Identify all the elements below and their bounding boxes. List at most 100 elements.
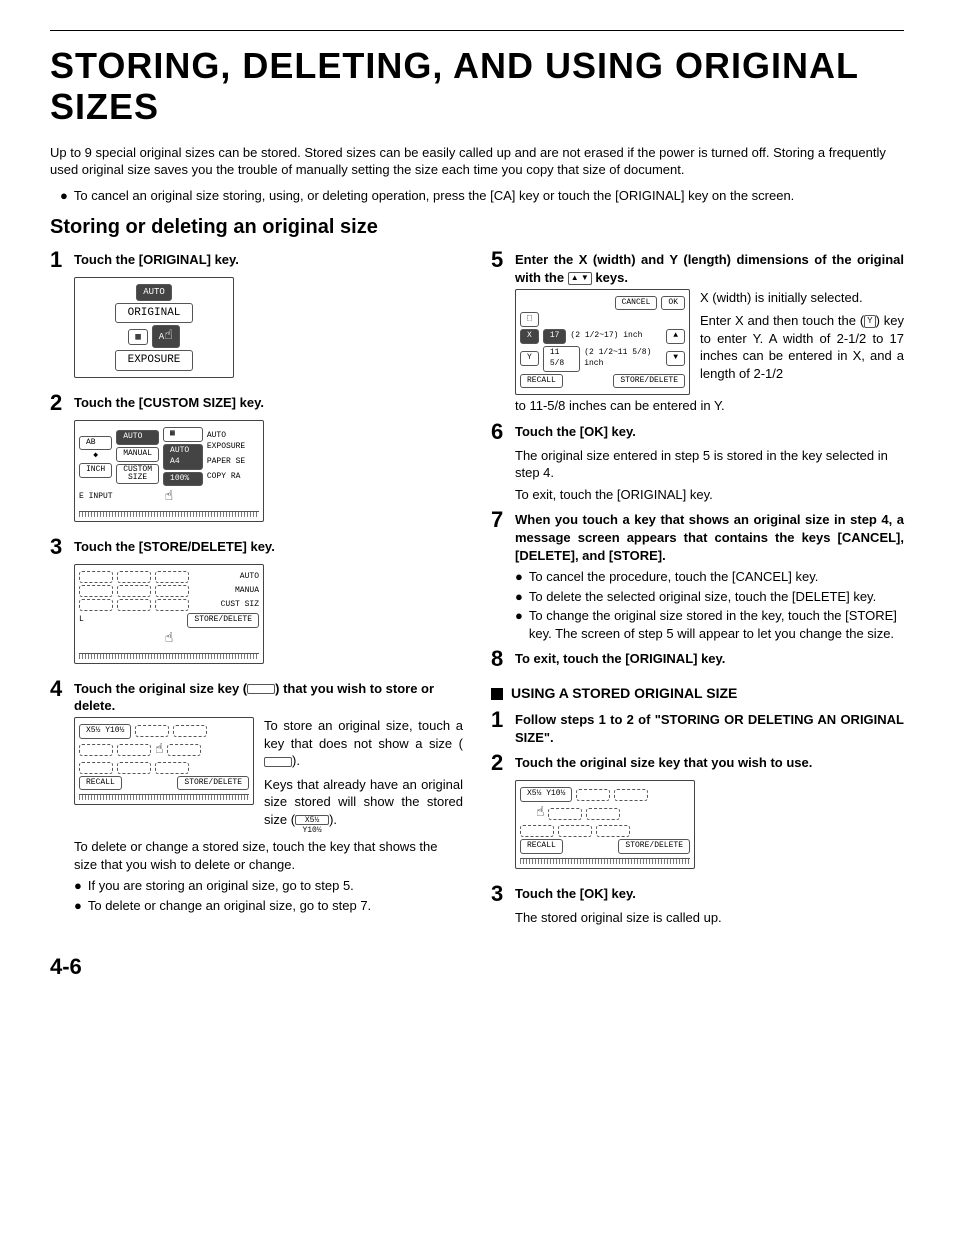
up-down-keys-icon: ▲ ▼ — [568, 272, 592, 285]
step-7-title: When you touch a key that shows an origi… — [515, 509, 904, 564]
empty-key — [548, 808, 582, 820]
step-6: 6 Touch the [OK] key. — [491, 421, 904, 443]
page-number: 4-6 — [50, 952, 904, 982]
empty-key — [79, 599, 113, 611]
paper-label: PAPER SE — [207, 457, 259, 468]
step-number: 1 — [491, 709, 509, 746]
bottom-bar — [79, 511, 259, 517]
step-number: 4 — [50, 678, 68, 715]
empty-key — [117, 585, 151, 597]
screen-using-2: X5½ Y10½ ☝ RECALL STORE/DELETE — [515, 780, 695, 868]
updown-icon: ◆ — [79, 451, 112, 462]
auto-key: AUTO — [116, 430, 159, 445]
auto-label: AUTO — [240, 572, 259, 583]
auto-key: AUTO — [136, 284, 172, 300]
store-delete-key: STORE/DELETE — [187, 613, 259, 628]
step-number: 5 — [491, 249, 509, 286]
bottom-bar — [520, 858, 690, 864]
step-5-p3: to 11-5/8 inches can be entered in Y. — [515, 397, 904, 415]
empty-key — [586, 808, 620, 820]
step-7-b2: To delete the selected original size, to… — [529, 588, 876, 606]
step-1-title: Touch the [ORIGINAL] key. — [74, 249, 239, 271]
empty-key — [117, 744, 151, 756]
step-8-title: To exit, touch the [ORIGINAL] key. — [515, 648, 725, 670]
step-1: 1 Touch the [ORIGINAL] key. — [50, 249, 463, 271]
screen-step-5: CANCELOK ⬚ X17(2 1/2~17) inch▲ Y11 5/8(2… — [515, 289, 690, 396]
u-step-1-title: Follow steps 1 to 2 of "STORING OR DELET… — [515, 709, 904, 746]
using-step-1: 1 Follow steps 1 to 2 of "STORING OR DEL… — [491, 709, 904, 746]
intro-text: Up to 9 special original sizes can be st… — [50, 144, 904, 179]
x-range: (2 1/2~17) inch — [570, 331, 642, 342]
p: ). — [329, 812, 337, 827]
recall-key: RECALL — [520, 839, 563, 854]
bullet-icon: ● — [74, 897, 82, 915]
empty-key — [155, 571, 189, 583]
step-3: 3 Touch the [STORE/DELETE] key. — [50, 536, 463, 558]
bullet-icon: ● — [74, 877, 82, 895]
hand-icon: ☝ — [79, 630, 259, 649]
store-delete-key: STORE/DELETE — [618, 839, 690, 854]
u-step-3-title: Touch the [OK] key. — [515, 883, 636, 905]
blank-key-icon — [264, 757, 292, 767]
cancel-key: CANCEL — [615, 296, 658, 311]
size-key-icon: X5½ Y10½ — [295, 815, 329, 825]
step-2: 2 Touch the [CUSTOM SIZE] key. — [50, 392, 463, 414]
store-delete-key: STORE/DELETE — [177, 776, 249, 791]
right-column: 5 Enter the X (width) and Y (length) dim… — [491, 243, 904, 932]
icon-key: ▦ — [163, 427, 203, 442]
empty-key — [79, 744, 113, 756]
step-number: 2 — [491, 752, 509, 774]
p: To store an original size, touch a key t… — [264, 718, 463, 751]
bullet-icon: ● — [515, 588, 523, 606]
bottom-bar — [79, 794, 249, 800]
hand-icon: ☝ — [165, 488, 173, 507]
subheading-text: USING A STORED ORIGINAL SIZE — [511, 684, 737, 703]
step-number: 8 — [491, 648, 509, 670]
recall-key: RECALL — [79, 776, 122, 791]
step-5-side-text: X (width) is initially selected. Enter X… — [700, 289, 904, 389]
exposure-label: AUTO EXPOSURE — [207, 431, 259, 453]
up-arrow-icon: ▲ — [666, 329, 685, 344]
empty-key — [520, 825, 554, 837]
screen-step-2: AB ◆ INCH AUTO MANUAL CUSTOMSIZE ▦ AUTO … — [74, 420, 264, 522]
size-key: X5½ Y10½ — [520, 787, 572, 802]
empty-key — [155, 599, 189, 611]
l-label: L — [79, 615, 84, 626]
a4-key: AUTO A4 — [163, 444, 203, 470]
step-2-title: Touch the [CUSTOM SIZE] key. — [74, 392, 264, 414]
empty-key — [155, 762, 189, 774]
empty-key — [79, 762, 113, 774]
step-4-b1: If you are storing an original size, go … — [88, 877, 354, 895]
hand-icon: ☝ — [536, 804, 544, 823]
step-number: 3 — [491, 883, 509, 905]
step-number: 1 — [50, 249, 68, 271]
recall-key: RECALL — [520, 374, 563, 389]
inch-key: INCH — [79, 463, 112, 478]
empty-key — [167, 744, 201, 756]
step-number: 2 — [50, 392, 68, 414]
empty-key — [135, 725, 169, 737]
empty-key — [117, 762, 151, 774]
ratio-key: 100% — [163, 472, 203, 487]
empty-key — [79, 571, 113, 583]
empty-key — [117, 599, 151, 611]
empty-key — [155, 585, 189, 597]
intro-bullet: ● To cancel an original size storing, us… — [60, 187, 904, 205]
p: ). — [292, 753, 300, 768]
step-4-title-a: Touch the original size key ( — [74, 681, 247, 696]
ok-key: OK — [661, 296, 685, 311]
intro-bullet-text: To cancel an original size storing, usin… — [74, 187, 794, 205]
diagram-icon: ⬚ — [520, 312, 539, 327]
input-label: E INPUT — [79, 492, 113, 503]
subheading-using: USING A STORED ORIGINAL SIZE — [491, 684, 904, 703]
empty-key — [558, 825, 592, 837]
step-4: 4 Touch the original size key () that yo… — [50, 678, 463, 715]
exposure-key: EXPOSURE — [115, 350, 194, 371]
down-arrow-icon: ▼ — [666, 351, 685, 366]
step-5-title: Enter the X (width) and Y (length) dimen… — [515, 249, 904, 286]
empty-key — [614, 789, 648, 801]
step-3-title: Touch the [STORE/DELETE] key. — [74, 536, 275, 558]
y-key: Y — [520, 351, 539, 366]
step-number: 6 — [491, 421, 509, 443]
using-step-2: 2 Touch the original size key that you w… — [491, 752, 904, 774]
